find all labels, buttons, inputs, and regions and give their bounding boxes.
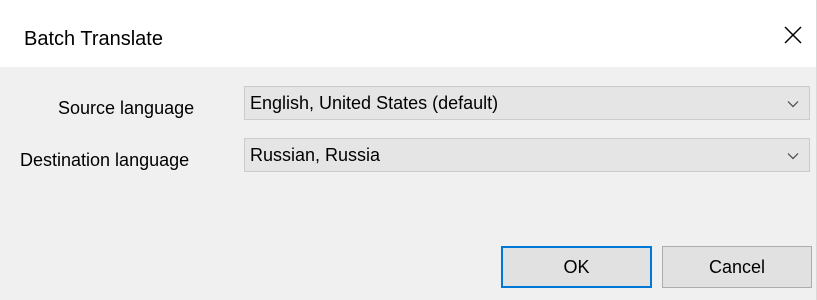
chevron-down-icon bbox=[787, 153, 799, 160]
source-language-label: Source language bbox=[58, 98, 195, 118]
close-button[interactable] bbox=[770, 12, 816, 58]
destination-language-select[interactable]: Russian, Russia bbox=[244, 138, 810, 172]
dialog-title: Batch Translate bbox=[24, 28, 163, 50]
close-icon bbox=[784, 26, 802, 44]
source-language-value: English, United States (default) bbox=[250, 93, 499, 113]
title-bar: Batch Translate bbox=[0, 0, 816, 67]
destination-language-label: Destination language bbox=[20, 150, 190, 170]
source-language-select[interactable]: English, United States (default) bbox=[244, 86, 810, 120]
batch-translate-dialog: Batch Translate Source language English,… bbox=[0, 0, 817, 300]
destination-language-value: Russian, Russia bbox=[250, 145, 381, 165]
ok-button[interactable]: OK bbox=[501, 246, 652, 288]
chevron-down-icon bbox=[787, 101, 799, 108]
cancel-button[interactable]: Cancel bbox=[662, 246, 812, 288]
